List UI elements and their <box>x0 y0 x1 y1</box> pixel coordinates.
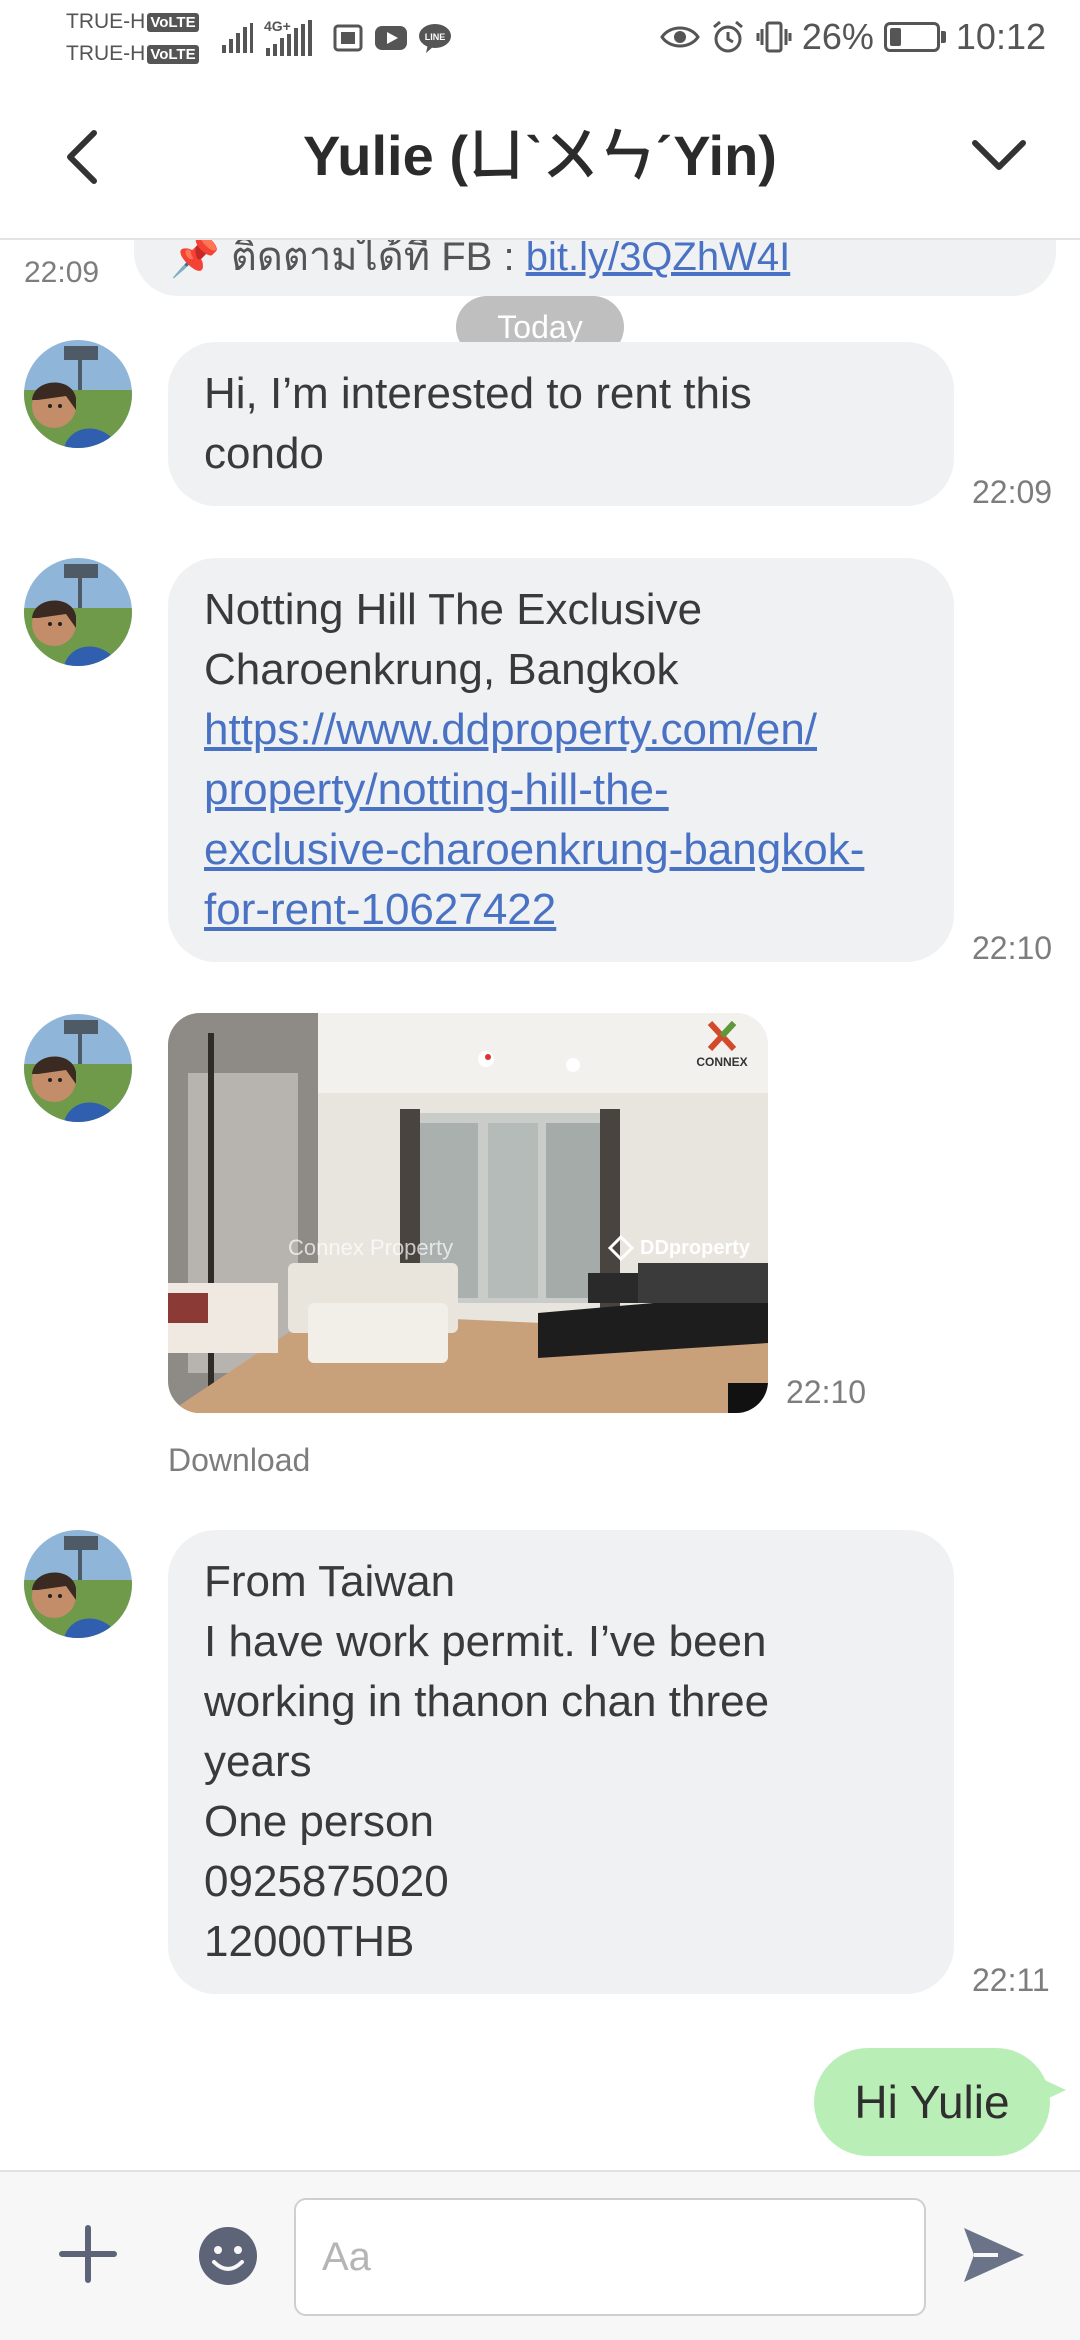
clock: 10:12 <box>955 16 1046 57</box>
line-app-icon: LINE <box>419 24 451 53</box>
carrier-2-label: TRUE-H <box>66 42 146 65</box>
add-attachment-button[interactable] <box>56 2222 120 2286</box>
youtube-icon <box>375 26 407 50</box>
message-line: One person <box>204 1797 434 1846</box>
message-time: 22:10 <box>972 930 1053 966</box>
message-time: 22:09 <box>24 256 100 289</box>
eye-icon <box>660 26 700 48</box>
carrier-1: TRUE-H VoLTE <box>66 10 199 34</box>
carrier-1-label: TRUE-H <box>66 10 146 33</box>
battery-icon <box>883 20 946 54</box>
alarm-icon <box>712 20 743 53</box>
svg-text:LINE: LINE <box>425 32 446 42</box>
message-bubble-previous[interactable]: 📌 ติดตามได้ที่ FB : bit.ly/3QZhW4I <box>134 240 1056 296</box>
message-bubble[interactable]: Hi, I’m interested to rent this condo <box>168 342 954 506</box>
message-line: condo <box>204 429 324 478</box>
message-line: Hi, I’m interested to rent this <box>204 369 752 418</box>
send-button[interactable] <box>958 2220 1028 2290</box>
image-message[interactable]: Connex Property DDproperty CONNEX <box>168 1013 768 1413</box>
message-link[interactable]: for-rent-10627422 <box>204 880 918 940</box>
status-icons-right: 26% 10:12 <box>660 16 1046 58</box>
sim-icon <box>333 24 363 52</box>
ddproperty-watermark-text: DDproperty <box>640 1236 751 1259</box>
message-line: Charoenkrung, Bangkok <box>204 645 679 694</box>
plus-icon <box>59 2225 117 2283</box>
download-link[interactable]: Download <box>168 1442 310 1479</box>
message-bubble[interactable]: From Taiwan I have work permit. I’ve bee… <box>168 1530 954 1994</box>
message-line: From Taiwan <box>204 1557 456 1606</box>
connex-logo-text: CONNEX <box>696 1055 748 1069</box>
message-link[interactable]: exclusive-charoenkrung-bangkok- <box>204 820 918 880</box>
message-input[interactable] <box>294 2198 926 2316</box>
chat-messages[interactable]: 22:09 📌 ติดตามได้ที่ FB : bit.ly/3QZhW4I… <box>0 240 1080 2170</box>
message-line: 0925875020 <box>204 1857 449 1906</box>
network-4g-icon: 4G+ <box>264 18 322 58</box>
message-text: 📌 ติดตามได้ที่ FB : bit.ly/3QZhW4I <box>170 240 1050 288</box>
message-time: 22:09 <box>972 474 1053 510</box>
send-icon <box>964 2228 1024 2282</box>
vibrate-icon <box>756 21 792 53</box>
avatar[interactable] <box>24 340 132 448</box>
message-line: 12000THB <box>204 1917 415 1966</box>
ddproperty-logo-icon <box>608 1235 634 1261</box>
back-button[interactable] <box>52 122 112 192</box>
outgoing-message-bubble[interactable]: Hi Yulie <box>814 2048 1050 2156</box>
back-arrow-icon <box>67 130 97 184</box>
status-bar: TRUE-H VoLTE TRUE-H VoLTE 4G+ LINE 26% 1… <box>0 0 1080 78</box>
message-input-bar <box>0 2170 1080 2340</box>
message-bubble[interactable]: Notting Hill The Exclusive Charoenkrung,… <box>168 558 954 962</box>
message-text-body: 📌 ติดตามได้ที่ FB : <box>170 240 526 279</box>
chat-header: Yulie (ㄩˋㄨㄣˊYin) <box>0 78 1080 240</box>
avatar[interactable] <box>24 1530 132 1638</box>
ddproperty-watermark: DDproperty <box>608 1235 750 1261</box>
message-link[interactable]: bit.ly/3QZhW4I <box>526 240 791 279</box>
chat-title[interactable]: Yulie (ㄩˋㄨㄣˊYin) <box>130 120 950 192</box>
condo-photo <box>168 1013 768 1413</box>
message-line: working in thanon chan three <box>204 1677 770 1726</box>
avatar[interactable] <box>24 1014 132 1122</box>
message-time: 22:10 <box>786 1374 867 1410</box>
watermark-text: Connex Property <box>288 1235 454 1260</box>
status-icons-left: 4G+ LINE <box>220 18 452 58</box>
connex-logo-icon <box>707 1020 737 1052</box>
message-link[interactable]: property/notting-hill-the- <box>204 760 918 820</box>
smiley-icon <box>199 2227 257 2285</box>
carrier-2: TRUE-H VoLTE <box>66 42 199 66</box>
volte-badge: VoLTE <box>147 45 199 64</box>
message-time: 22:11 <box>972 1962 1050 1998</box>
menu-toggle-button[interactable] <box>964 120 1034 190</box>
emoji-button[interactable] <box>196 2224 260 2288</box>
volte-badge: VoLTE <box>147 13 199 32</box>
signal-icon <box>222 23 253 53</box>
battery-percent: 26% <box>801 16 874 57</box>
message-link[interactable]: https://www.ddproperty.com/en/ <box>204 700 918 760</box>
avatar[interactable] <box>24 558 132 666</box>
connex-logo: CONNEX <box>682 1020 762 1069</box>
message-line: Notting Hill The Exclusive <box>204 585 703 634</box>
chevron-down-icon <box>972 140 1026 170</box>
message-line: years <box>204 1737 312 1786</box>
message-line: I have work permit. I’ve been <box>204 1617 767 1666</box>
